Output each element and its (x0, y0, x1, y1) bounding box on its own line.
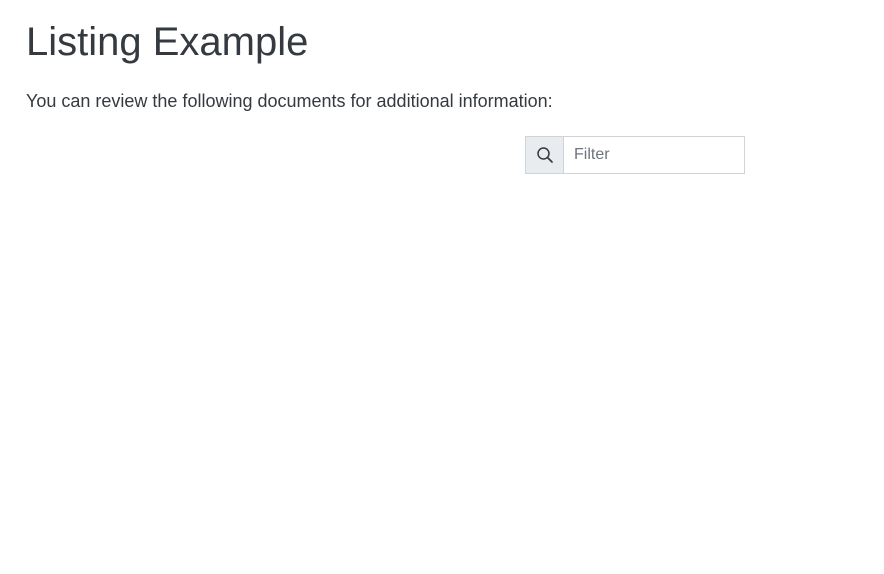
intro-text: You can review the following documents f… (26, 91, 553, 111)
page-title: Listing Example (26, 20, 309, 64)
listing-filter (525, 136, 745, 174)
search-icon (525, 136, 563, 174)
filter-input[interactable] (563, 136, 745, 174)
